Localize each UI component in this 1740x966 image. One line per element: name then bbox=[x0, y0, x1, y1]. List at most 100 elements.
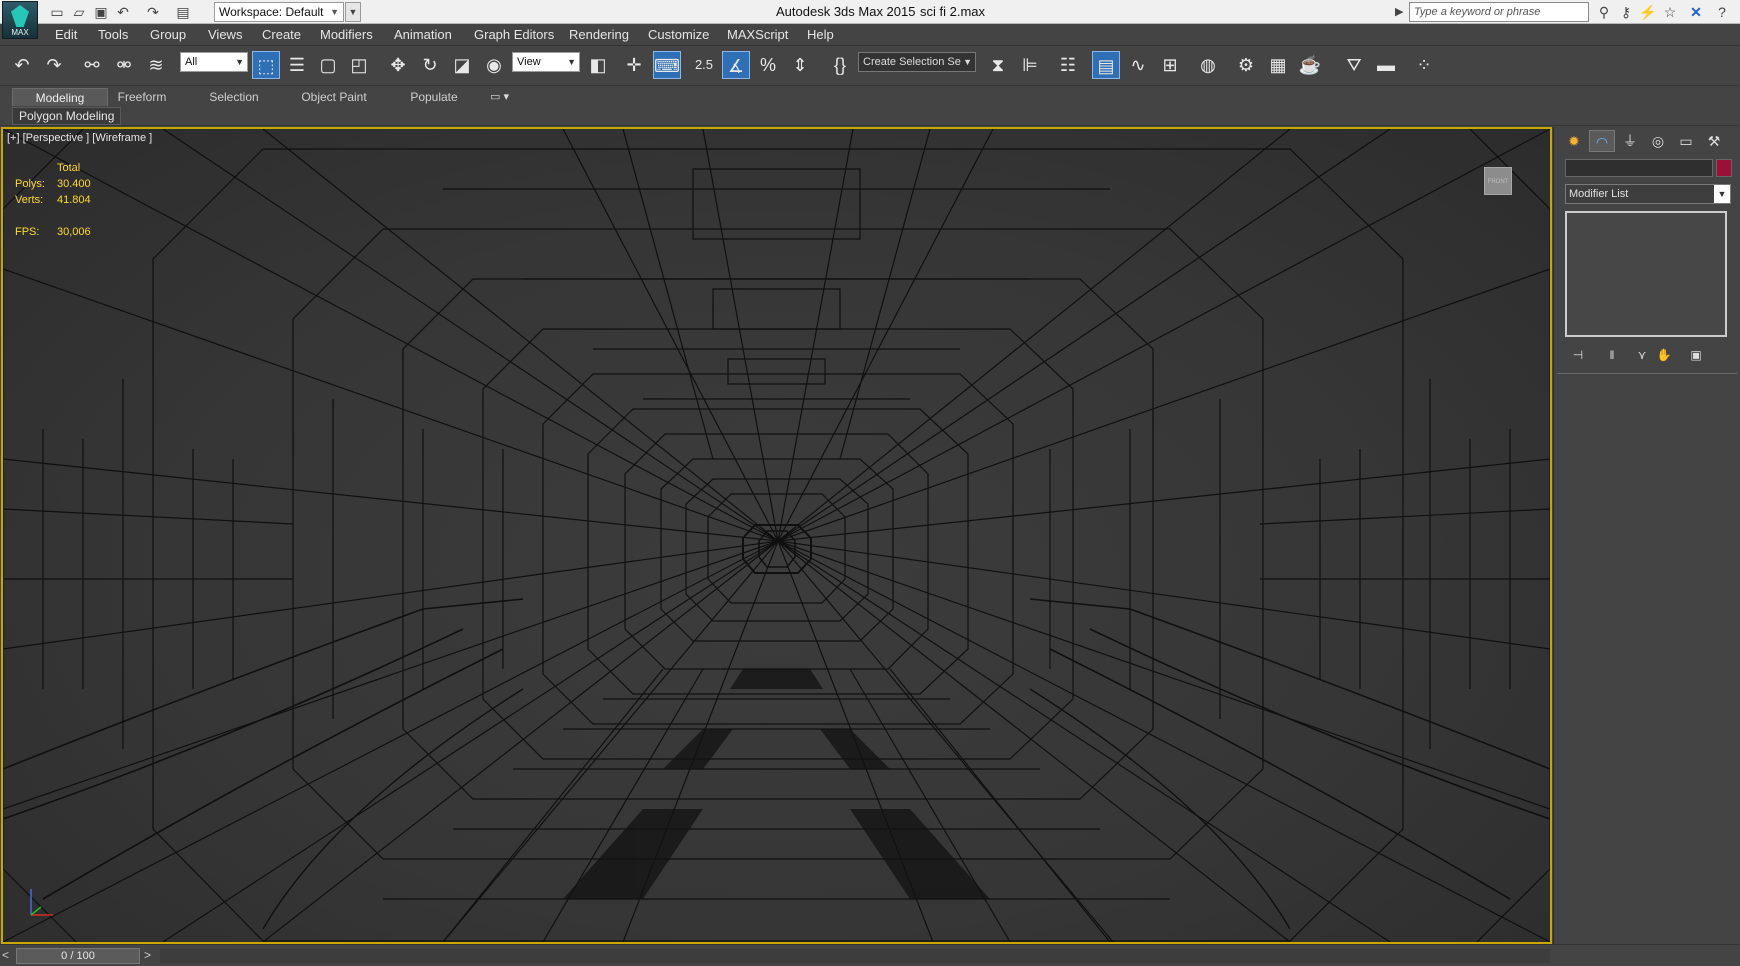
tab-selection[interactable]: Selection bbox=[196, 88, 272, 106]
communication-icon[interactable]: ⚡ bbox=[1638, 3, 1658, 21]
chevron-down-icon: ▼ bbox=[567, 57, 576, 67]
undo-quick-icon[interactable]: ↶ bbox=[114, 3, 132, 21]
schematic-view-icon[interactable]: ⊞ bbox=[1156, 51, 1184, 79]
menu-group[interactable]: Group bbox=[150, 27, 186, 42]
menu-animation[interactable]: Animation bbox=[394, 27, 452, 42]
stats-total-label: Total bbox=[57, 162, 81, 174]
favorites-star-icon[interactable]: ☆ bbox=[1660, 3, 1680, 21]
pivot-center-icon[interactable]: ◧ bbox=[584, 51, 612, 79]
menu-graph-editors[interactable]: Graph Editors bbox=[474, 27, 554, 42]
angle-snap-icon[interactable]: ∡ bbox=[722, 51, 750, 79]
particle-view-icon[interactable]: ⁘ bbox=[1410, 51, 1438, 79]
select-and-move-icon[interactable]: ✥ bbox=[384, 51, 412, 79]
time-slider-prev-button[interactable]: < bbox=[2, 948, 16, 964]
open-file-icon[interactable]: ▱ bbox=[70, 3, 88, 21]
snaps-toggle-icon[interactable]: 2.5 bbox=[690, 51, 718, 79]
time-slider-next-button[interactable]: > bbox=[144, 948, 158, 964]
display-tab-icon[interactable]: ▭ bbox=[1673, 130, 1699, 152]
select-and-link-icon[interactable]: ⚯ bbox=[78, 51, 106, 79]
redo-icon[interactable]: ↷ bbox=[40, 51, 68, 79]
polygon-modeling-panel[interactable]: Polygon Modeling bbox=[12, 107, 122, 125]
object-color-swatch[interactable] bbox=[1716, 159, 1732, 177]
workspace-dropdown[interactable]: Workspace: Default ▼ bbox=[214, 2, 344, 22]
timeline-track[interactable] bbox=[160, 949, 1550, 963]
object-name-field[interactable] bbox=[1565, 159, 1713, 177]
undo-icon[interactable]: ↶ bbox=[8, 51, 36, 79]
viewcube[interactable]: FRONT bbox=[1484, 167, 1512, 195]
configure-modifier-sets-icon[interactable]: ▣ bbox=[1686, 346, 1706, 364]
unlink-selection-icon[interactable]: ⚮ bbox=[110, 51, 138, 79]
layer-manager-icon[interactable]: ☷ bbox=[1054, 51, 1082, 79]
chevron-down-icon: ▼ bbox=[330, 7, 339, 17]
pin-stack-icon[interactable]: ⊣ bbox=[1568, 346, 1588, 364]
select-and-place-icon[interactable]: ◉ bbox=[480, 51, 508, 79]
key-icon[interactable]: ⚷ bbox=[1616, 3, 1636, 21]
viewport-label[interactable]: [+] [Perspective ] [Wireframe ] bbox=[7, 132, 152, 144]
menu-help[interactable]: Help bbox=[807, 27, 834, 42]
select-manipulate-icon[interactable]: ✛ bbox=[620, 51, 648, 79]
time-slider[interactable]: 0 / 100 bbox=[16, 948, 140, 964]
reference-coordinate-dropdown[interactable]: View ▼ bbox=[512, 52, 580, 72]
create-tab-icon[interactable]: ✹ bbox=[1561, 130, 1587, 152]
menu-rendering[interactable]: Rendering bbox=[569, 27, 629, 42]
show-end-result-icon[interactable]: ‖ bbox=[1602, 346, 1622, 364]
rectangular-selection-icon[interactable]: ▢ bbox=[314, 51, 342, 79]
spinner-snap-icon[interactable]: ⇕ bbox=[786, 51, 814, 79]
app-logo-text: MAX bbox=[11, 28, 29, 37]
menu-tools[interactable]: Tools bbox=[98, 27, 128, 42]
ribbon-toggle-icon[interactable]: ▬ bbox=[1372, 51, 1400, 79]
hierarchy-tab-icon[interactable]: ⏚ bbox=[1617, 130, 1643, 152]
edit-named-selection-icon[interactable]: {} bbox=[826, 51, 854, 79]
modify-tab-icon[interactable]: ◠ bbox=[1589, 130, 1615, 152]
make-unique-icon[interactable]: ⋎ bbox=[1632, 346, 1652, 364]
tab-modeling[interactable]: Modeling bbox=[12, 88, 108, 106]
exchange-x-icon[interactable]: ✕ bbox=[1686, 3, 1706, 21]
bind-space-warp-icon[interactable]: ≋ bbox=[142, 51, 170, 79]
menu-customize[interactable]: Customize bbox=[648, 27, 709, 42]
rendered-frame-window-icon[interactable]: ▦ bbox=[1264, 51, 1292, 79]
new-file-icon[interactable]: ▭ bbox=[48, 3, 66, 21]
keyboard-shortcut-override-icon[interactable]: ⌨ bbox=[653, 51, 681, 79]
menu-views[interactable]: Views bbox=[208, 27, 242, 42]
search-expand-icon[interactable]: ▶ bbox=[1395, 2, 1409, 22]
mirror-icon[interactable]: ⧗ bbox=[984, 51, 1012, 79]
graphite-modeling-icon[interactable]: ⛛ bbox=[1340, 51, 1368, 79]
application-button[interactable]: MAX bbox=[2, 1, 38, 39]
menu-maxscript[interactable]: MAXScript bbox=[727, 27, 788, 42]
scene-explorer-icon[interactable]: ▤ bbox=[1092, 51, 1120, 79]
project-folder-icon[interactable]: ▤ bbox=[174, 3, 192, 21]
modifier-stack[interactable] bbox=[1565, 211, 1727, 337]
select-object-icon[interactable]: ⬚ bbox=[252, 51, 280, 79]
binoculars-icon[interactable]: ⚲ bbox=[1594, 3, 1614, 21]
ribbon-options-icon[interactable]: ▭ ▾ bbox=[490, 90, 509, 103]
render-production-icon[interactable]: ☕ bbox=[1296, 51, 1324, 79]
motion-tab-icon[interactable]: ◎ bbox=[1645, 130, 1671, 152]
percent-snap-icon[interactable]: % bbox=[754, 51, 782, 79]
menu-create[interactable]: Create bbox=[262, 27, 301, 42]
tab-populate[interactable]: Populate bbox=[400, 88, 468, 106]
align-icon[interactable]: ⊫ bbox=[1016, 51, 1044, 79]
workspace-options-button[interactable]: ▼ bbox=[345, 2, 361, 22]
modifier-list-dropdown[interactable]: Modifier List ▼ bbox=[1565, 184, 1731, 204]
named-selection-dropdown[interactable]: Create Selection Se ▼ bbox=[858, 52, 976, 72]
menu-modifiers[interactable]: Modifiers bbox=[320, 27, 373, 42]
perspective-viewport[interactable]: [+] [Perspective ] [Wireframe ] Total Po… bbox=[1, 127, 1552, 944]
tab-freeform[interactable]: Freeform bbox=[108, 88, 176, 106]
remove-modifier-icon[interactable]: ✋ bbox=[1654, 346, 1674, 364]
app-window: MAX ▭ ▱ ▣ ↶ ↷ ▤ Workspace: Default ▼ ▼ A… bbox=[0, 0, 1740, 966]
window-crossing-icon[interactable]: ◰ bbox=[345, 51, 373, 79]
select-and-scale-icon[interactable]: ◪ bbox=[448, 51, 476, 79]
selection-filter-dropdown[interactable]: All ▼ bbox=[180, 52, 248, 72]
select-and-rotate-icon[interactable]: ↻ bbox=[416, 51, 444, 79]
save-file-icon[interactable]: ▣ bbox=[92, 3, 110, 21]
search-input[interactable]: Type a keyword or phrase bbox=[1409, 2, 1589, 22]
redo-quick-icon[interactable]: ↷ bbox=[144, 3, 162, 21]
tab-object-paint[interactable]: Object Paint bbox=[294, 88, 374, 106]
curve-editor-icon[interactable]: ∿ bbox=[1124, 51, 1152, 79]
material-editor-icon[interactable]: ◍ bbox=[1194, 51, 1222, 79]
utilities-tab-icon[interactable]: ⚒ bbox=[1701, 130, 1727, 152]
help-question-icon[interactable]: ? bbox=[1712, 3, 1732, 21]
select-by-name-icon[interactable]: ☰ bbox=[283, 51, 311, 79]
menu-edit[interactable]: Edit bbox=[55, 27, 77, 42]
render-setup-icon[interactable]: ⚙ bbox=[1232, 51, 1260, 79]
